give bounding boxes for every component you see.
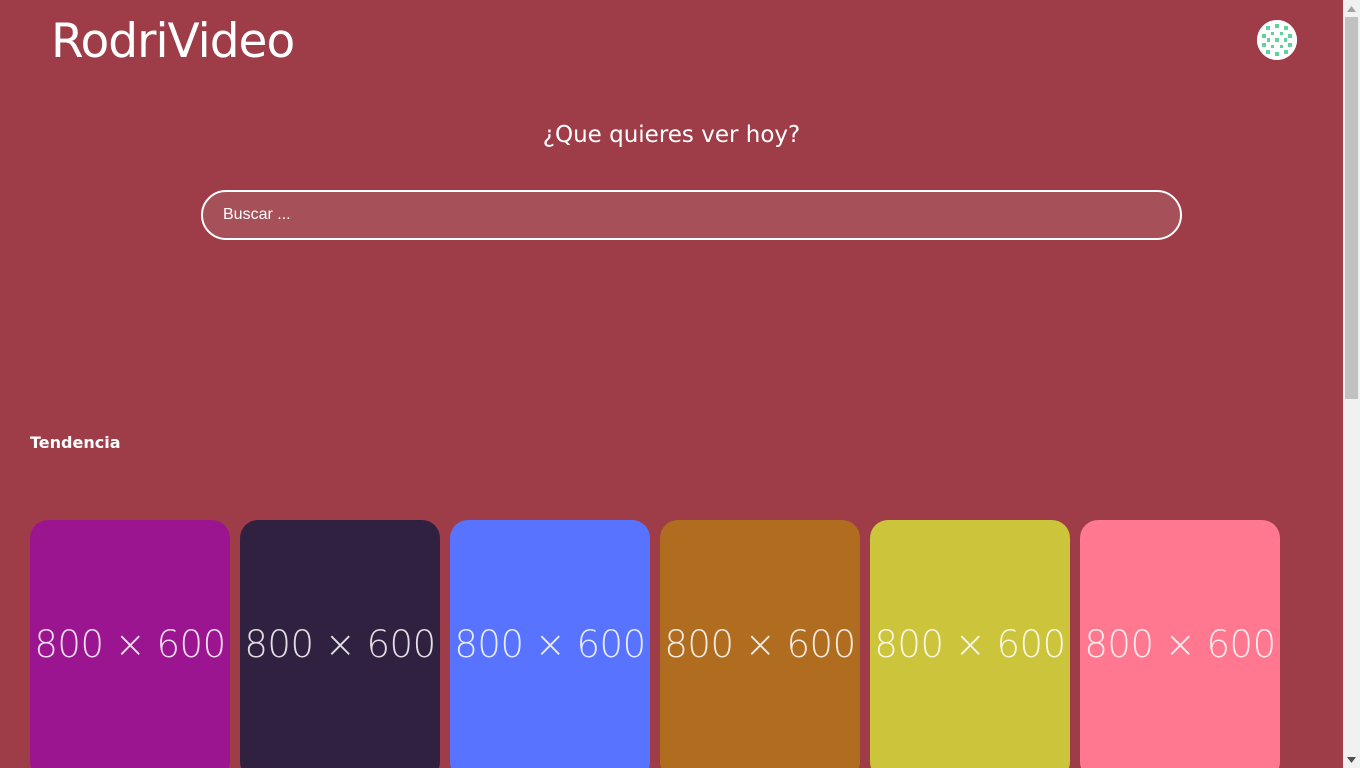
video-card-placeholder-label: 800 × 600 [874, 623, 1066, 666]
user-avatar[interactable] [1257, 20, 1297, 60]
video-card-4[interactable]: 800 × 600 [660, 520, 860, 768]
video-card-3[interactable]: 800 × 600 [450, 520, 650, 768]
video-card-6[interactable]: 800 × 600 [1080, 520, 1280, 768]
search-input[interactable] [201, 190, 1182, 240]
trending-carousel: 800 × 600 800 × 600 800 × 600 800 × 600 … [30, 520, 1280, 768]
scrollbar-thumb[interactable] [1345, 17, 1358, 399]
video-card-1[interactable]: 800 × 600 [30, 520, 230, 768]
scroll-down-arrow-icon[interactable] [1343, 751, 1360, 768]
identicon-avatar-icon [1257, 20, 1297, 60]
page-headline: ¿Que quieres ver hoy? [542, 122, 801, 148]
vertical-scrollbar[interactable] [1343, 0, 1360, 768]
page: RodriVideo ¿Que quieres ver hoy? Buscar … [0, 0, 1343, 768]
video-card-placeholder-label: 800 × 600 [664, 623, 856, 666]
scroll-up-arrow-icon[interactable] [1343, 0, 1360, 17]
video-card-placeholder-label: 800 × 600 [34, 623, 226, 666]
trending-section-title: Tendencia [30, 433, 121, 452]
video-card-2[interactable]: 800 × 600 [240, 520, 440, 768]
video-card-placeholder-label: 800 × 600 [1084, 623, 1276, 666]
video-card-placeholder-label: 800 × 600 [244, 623, 436, 666]
video-card-5[interactable]: 800 × 600 [870, 520, 1070, 768]
video-card-placeholder-label: 800 × 600 [454, 623, 646, 666]
site-logo[interactable]: RodriVideo [51, 14, 295, 70]
